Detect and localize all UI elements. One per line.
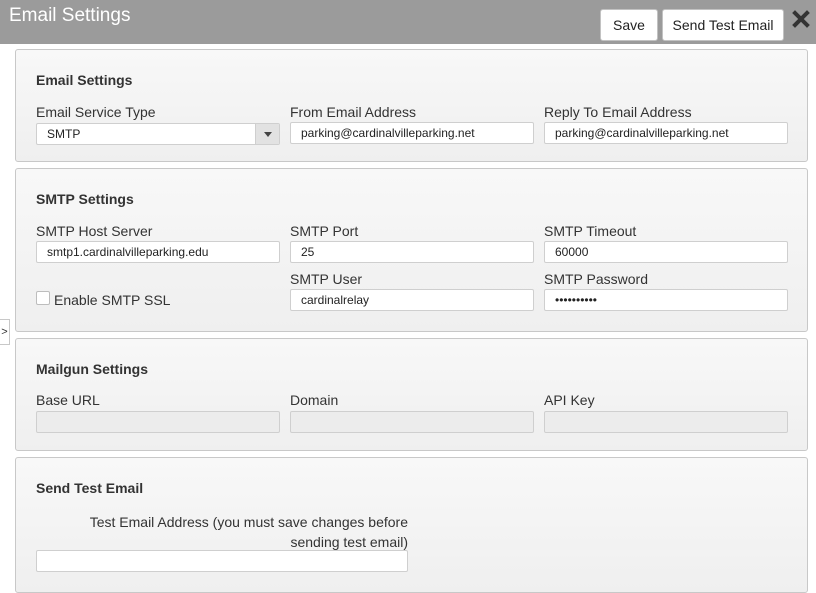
smtp-port-input[interactable]	[290, 241, 534, 263]
smtp-user-label: SMTP User	[290, 271, 363, 287]
smtp-user-input[interactable]	[290, 289, 534, 311]
email-service-type-select[interactable]: SMTP	[36, 123, 280, 145]
smtp-host-input[interactable]	[36, 241, 280, 263]
from-email-label: From Email Address	[290, 104, 417, 120]
smtp-settings-title: SMTP Settings	[36, 191, 134, 207]
smtp-timeout-label: SMTP Timeout	[544, 223, 637, 239]
smtp-host-label: SMTP Host Server	[36, 223, 153, 239]
send-test-email-title: Send Test Email	[36, 480, 144, 496]
email-settings-title: Email Settings	[36, 72, 133, 88]
smtp-settings-panel: SMTP Settings SMTP Host Server SMTP Port…	[15, 168, 808, 332]
save-button[interactable]: Save	[600, 9, 658, 41]
base-url-label: Base URL	[36, 392, 100, 408]
smtp-password-label: SMTP Password	[544, 271, 648, 287]
smtp-password-input[interactable]	[544, 289, 788, 311]
domain-input[interactable]	[290, 411, 534, 433]
send-test-email-panel: Send Test Email Test Email Address (you …	[15, 457, 808, 593]
reply-to-email-input[interactable]	[544, 122, 788, 144]
enable-smtp-ssl-checkbox[interactable]	[36, 291, 50, 305]
mailgun-settings-panel: Mailgun Settings Base URL Domain API Key	[15, 338, 808, 451]
domain-label: Domain	[290, 392, 339, 408]
title-bar: Email Settings Save Send Test Email	[0, 0, 816, 44]
test-email-address-label-line2: sending test email)	[290, 534, 408, 550]
test-email-address-label-line1: Test Email Address (you must save change…	[89, 514, 408, 530]
sidebar-toggle-button[interactable]: >	[0, 319, 10, 345]
base-url-input[interactable]	[36, 411, 280, 433]
mailgun-settings-title: Mailgun Settings	[36, 361, 148, 377]
test-email-address-input[interactable]	[36, 550, 408, 572]
email-settings-panel: Email Settings Email Service Type SMTP F…	[15, 49, 808, 162]
chevron-down-icon[interactable]	[255, 124, 279, 144]
window-title: Email Settings	[9, 5, 131, 26]
api-key-label: API Key	[544, 392, 595, 408]
enable-smtp-ssl-label[interactable]: Enable SMTP SSL	[54, 292, 170, 308]
smtp-timeout-input[interactable]	[544, 241, 788, 263]
from-email-input[interactable]	[290, 122, 534, 144]
email-service-type-value: SMTP	[47, 127, 81, 141]
smtp-port-label: SMTP Port	[290, 223, 359, 239]
test-email-address-label: Test Email Address (you must save change…	[36, 512, 408, 552]
send-test-email-button[interactable]: Send Test Email	[662, 9, 784, 41]
api-key-input[interactable]	[544, 411, 788, 433]
email-service-type-label: Email Service Type	[36, 104, 156, 120]
reply-to-email-label: Reply To Email Address	[544, 104, 692, 120]
close-icon[interactable]	[791, 9, 811, 29]
